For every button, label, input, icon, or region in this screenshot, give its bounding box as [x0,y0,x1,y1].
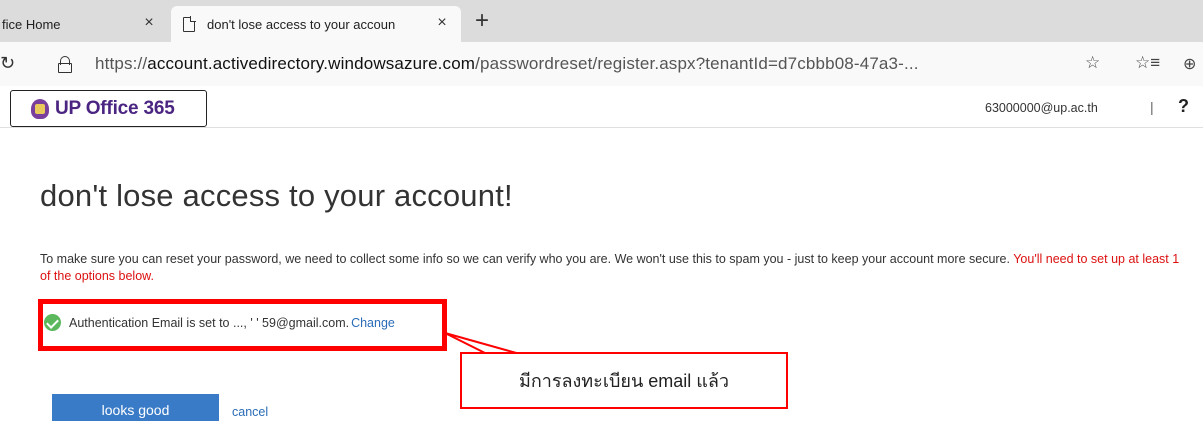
page-header: UP Office 365 63000000@up.ac.th | ? [0,86,1203,128]
header-separator: | [1150,99,1154,115]
favorite-star-icon[interactable]: ☆ [1085,53,1100,73]
tab-office-home[interactable]: fice Home × [0,6,168,42]
page-title: don't lose access to your account! [40,178,513,213]
url-input[interactable]: https://account.activedirectory.windowsa… [95,54,919,74]
annotation-callout: มีการลงทะเบียน email แล้ว [460,352,788,409]
tab-close-icon[interactable]: × [433,14,451,32]
address-bar: ↻ https://account.activedirectory.window… [0,42,1203,86]
cancel-link[interactable]: cancel [232,405,268,419]
looks-good-button[interactable]: looks good [52,394,219,421]
lock-icon[interactable] [58,56,72,73]
url-path: /passwordreset/register.aspx?tenantId=d7… [475,54,919,73]
new-tab-button[interactable]: + [475,9,489,33]
tab-title: fice Home [2,16,61,32]
info-text: To make sure you can reset your password… [40,252,1010,266]
tab-close-icon[interactable]: × [140,14,158,32]
university-emblem-icon [31,98,49,119]
tab-account-reset[interactable]: don't lose access to your accoun × [171,6,461,42]
browser-tab-strip: fice Home × don't lose access to your ac… [0,0,1203,42]
refresh-icon[interactable]: ↻ [0,53,15,74]
url-prefix: https:// [95,54,148,73]
page-icon [183,15,196,32]
url-domain: account.activedirectory.windowsazure.com [147,54,476,73]
favorites-icon[interactable]: ☆≡ [1135,53,1160,73]
user-email[interactable]: 63000000@up.ac.th [985,101,1098,115]
tab-title: don't lose access to your accoun [207,16,396,32]
collections-icon[interactable]: ⊕ [1183,54,1196,74]
help-button[interactable]: ? [1178,96,1189,117]
annotation-highlight-box [38,299,447,351]
info-paragraph: To make sure you can reset your password… [40,251,1190,285]
logo-text: UP Office 365 [55,97,175,119]
logo[interactable]: UP Office 365 [10,90,207,127]
